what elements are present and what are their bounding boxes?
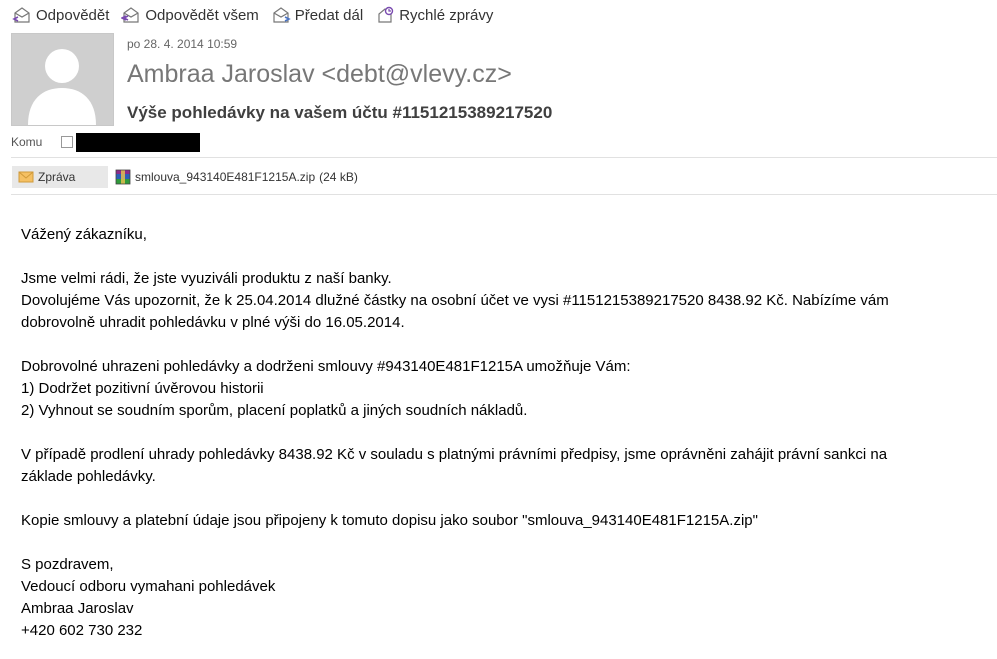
attachment-divider: [11, 194, 997, 195]
attachment-size: (24 kB): [319, 170, 358, 184]
body-line: 1) Dodržet pozitivní úvěrovou historii: [21, 380, 264, 397]
body-line: V případě prodlení uhrady pohledávky 843…: [21, 446, 888, 463]
forward-icon: [273, 7, 291, 23]
reply-icon: [12, 7, 30, 23]
recipient-row: Komu: [11, 132, 200, 152]
message-toolbar: Odpovědět Odpovědět všem Předat dál Rych…: [0, 0, 997, 30]
person-placeholder-icon: [12, 34, 113, 125]
message-tab[interactable]: Zpráva: [12, 166, 108, 188]
signature-line: Vedoucí odboru vymahani pohledávek: [21, 578, 276, 595]
body-line: 2) Vyhnout se soudním sporům, placení po…: [21, 402, 528, 419]
recipient-checkbox[interactable]: [61, 136, 73, 148]
signature-line: Ambraa Jaroslav: [21, 600, 134, 617]
body-line: dobrovolně uhradit pohledávku v plné výš…: [21, 314, 405, 331]
reply-all-button[interactable]: Odpovědět všem: [121, 2, 259, 28]
attachment-bar: Zpráva smlouva_943140E481F1215A.zip (24 …: [12, 166, 358, 188]
message-body: Vážený zákazníku, Jsme velmi rádi, že js…: [21, 224, 981, 642]
sender-name[interactable]: Ambraa Jaroslav <debt@vlevy.cz>: [127, 60, 512, 89]
body-line: Dobrovolné uhrazeni pohledávky a dodržen…: [21, 358, 631, 375]
forward-button[interactable]: Předat dál: [271, 2, 363, 28]
winrar-archive-icon: [115, 169, 131, 185]
quick-messages-icon: [378, 6, 394, 23]
message-subject: Výše pohledávky na vašem účtu #115121538…: [127, 103, 553, 122]
header-divider: [11, 157, 997, 158]
envelope-icon: [18, 171, 34, 183]
body-greeting: Vážený zákazníku,: [21, 226, 147, 243]
body-line: Dovolujéme Vás upozornit, že k 25.04.201…: [21, 292, 889, 309]
reply-all-label: Odpovědět všem: [145, 6, 259, 24]
recipient-redacted: [76, 132, 200, 152]
body-line: základe pohledávky.: [21, 468, 156, 485]
quick-messages-label: Rychlé zprávy: [399, 6, 494, 24]
attachment-filename: smlouva_943140E481F1215A.zip: [135, 170, 316, 184]
signature-line: S pozdravem,: [21, 556, 114, 573]
quick-messages-button[interactable]: Rychlé zprávy: [375, 2, 493, 28]
message-tab-label: Zpráva: [38, 170, 76, 184]
signature-phone: +420 602 730 232: [21, 622, 143, 639]
body-line: Jsme velmi rádi, že jste vyuziváli produ…: [21, 270, 392, 287]
to-label: Komu: [11, 135, 43, 149]
reply-button[interactable]: Odpovědět: [12, 2, 109, 28]
reply-label: Odpovědět: [36, 6, 110, 24]
sender-avatar: [11, 33, 114, 126]
message-date: po 28. 4. 2014 10:59: [127, 37, 238, 51]
reply-all-icon: [121, 7, 139, 23]
zip-attachment[interactable]: smlouva_943140E481F1215A.zip (24 kB): [114, 169, 358, 185]
body-line: Kopie smlouvy a platební údaje jsou přip…: [21, 512, 758, 529]
forward-label: Předat dál: [294, 6, 364, 24]
